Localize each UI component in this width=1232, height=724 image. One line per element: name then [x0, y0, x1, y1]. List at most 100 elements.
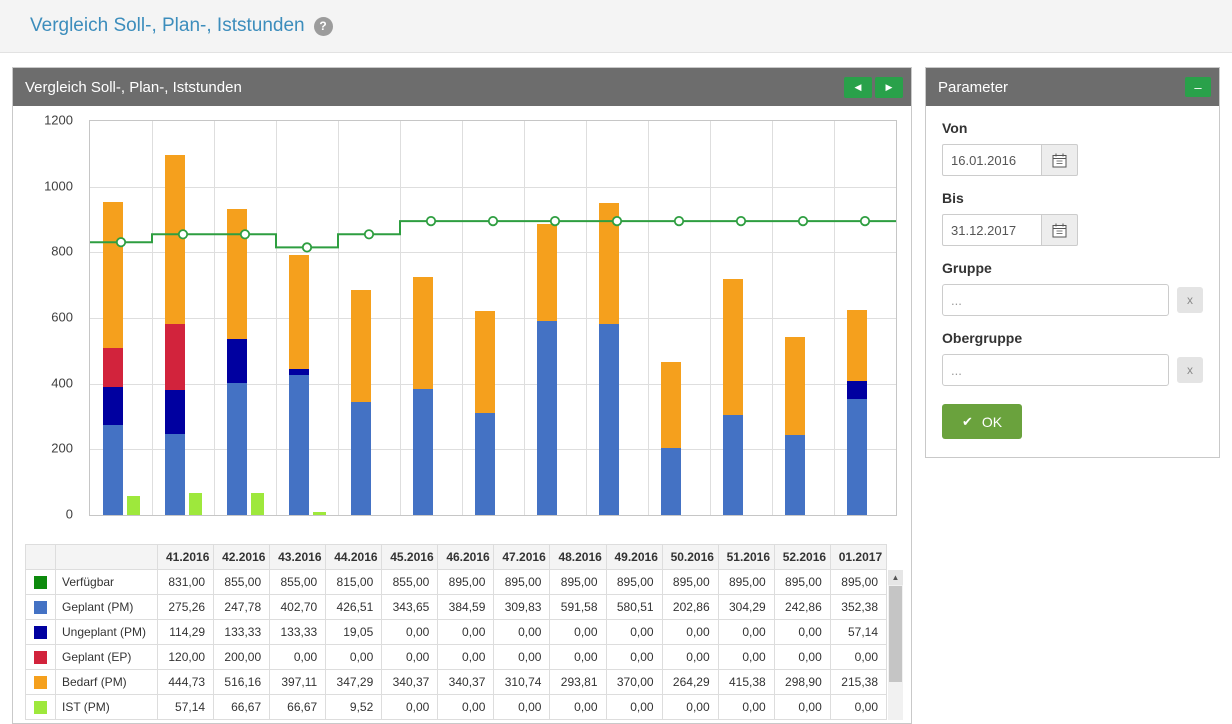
column-header: 49.2016: [605, 544, 663, 570]
table-cell: 0,00: [381, 619, 439, 645]
legend-swatch: [34, 675, 47, 689]
table-row: Bedarf (PM) 444,73 516,16 397,11 347,29 340,3…: [25, 669, 888, 695]
gridline-vertical: [586, 121, 587, 515]
gridline-vertical: [772, 121, 773, 515]
table-row: Verfügbar 831,00 855,00 855,00 815,00 855,00 8…: [25, 569, 888, 595]
table-cell: 895,00: [661, 569, 719, 595]
table-cell: 340,37: [437, 669, 495, 695]
table-cell: 340,37: [381, 669, 439, 695]
scrollbar-thumb[interactable]: [889, 586, 902, 682]
help-icon[interactable]: ?: [313, 16, 333, 36]
table-cell: 0,00: [325, 644, 383, 670]
bar-segment: [722, 278, 743, 416]
table-cell: 298,90: [773, 669, 831, 695]
bar-segment: [474, 413, 495, 515]
table-cell: 309,83: [493, 594, 551, 620]
table-cell: 0,00: [493, 694, 551, 720]
obergruppe-input[interactable]: [942, 354, 1169, 386]
prev-arrow-button[interactable]: ◀: [844, 76, 872, 98]
bis-calendar-button[interactable]: [1042, 214, 1078, 246]
bar-segment: [226, 339, 247, 383]
table-cell: 133,33: [213, 619, 271, 645]
table-cell: 855,00: [381, 569, 439, 595]
table-cell: 0,00: [717, 694, 775, 720]
table-cell: 66,67: [269, 694, 327, 720]
bis-date-input[interactable]: [942, 214, 1042, 246]
table-cell: 114,29: [156, 619, 215, 645]
row-label: IST (PM): [55, 694, 158, 720]
y-axis-label: 1000: [44, 178, 73, 194]
column-header: 44.2016: [325, 544, 383, 570]
check-icon: ✔: [962, 413, 973, 429]
collapse-minus-button[interactable]: –: [1185, 77, 1211, 97]
table-cell: 66,67: [213, 694, 271, 720]
column-header: 50.2016: [661, 544, 719, 570]
scroll-up-icon[interactable]: ▲: [888, 570, 903, 585]
table-cell: 402,70: [269, 594, 327, 620]
next-arrow-button[interactable]: ▶: [875, 76, 903, 98]
table-row: Geplant (PM) 275,26 247,78 402,70 426,51 343,…: [25, 594, 888, 620]
table-cell: 0,00: [437, 619, 495, 645]
table-cell: 0,00: [493, 644, 551, 670]
y-axis-label: 200: [51, 440, 73, 456]
table-cell: 264,29: [661, 669, 719, 695]
legend-swatch: [34, 650, 47, 664]
bar-segment: [164, 154, 185, 325]
legend-swatch-cell: [25, 594, 56, 620]
bar-segment: [102, 201, 123, 348]
table-cell: 0,00: [661, 619, 719, 645]
bar-segment: [164, 324, 185, 390]
chart-panel-header: Vergleich Soll-, Plan-, Iststunden ◀ ▶: [13, 68, 911, 106]
legend-swatch: [34, 575, 47, 589]
table-cell: 0,00: [493, 619, 551, 645]
gridline-horizontal: [90, 186, 896, 188]
column-header: 47.2016: [493, 544, 551, 570]
table-scrollbar[interactable]: ▲: [888, 570, 903, 720]
ist-bar: [312, 511, 326, 515]
von-date-input[interactable]: [942, 144, 1042, 176]
table-cell: 310,74: [493, 669, 551, 695]
table-cell: 247,78: [213, 594, 271, 620]
table-cell: 0,00: [717, 644, 775, 670]
plot-area: [89, 120, 897, 516]
column-header: 43.2016: [269, 544, 327, 570]
parameter-panel: Parameter – Von Bis: [925, 67, 1220, 458]
bar-segment: [474, 311, 495, 414]
table-cell: 426,51: [325, 594, 383, 620]
bar-segment: [412, 276, 433, 389]
table-cell: 444,73: [156, 669, 215, 695]
von-calendar-button[interactable]: [1042, 144, 1078, 176]
table-cell: 0,00: [549, 619, 607, 645]
obergruppe-clear-button[interactable]: x: [1177, 357, 1203, 383]
bar-segment: [350, 290, 371, 403]
parameter-title: Parameter: [938, 78, 1009, 96]
table-cell: 0,00: [437, 694, 495, 720]
bar-segment: [846, 309, 867, 381]
gridline-vertical: [400, 121, 401, 515]
gruppe-clear-button[interactable]: x: [1177, 287, 1203, 313]
gridline-vertical: [338, 121, 339, 515]
column-header: 48.2016: [549, 544, 607, 570]
row-label: Bedarf (PM): [55, 669, 158, 695]
table-cell: 397,11: [269, 669, 327, 695]
y-axis-label: 600: [51, 309, 73, 325]
obergruppe-label: Obergruppe: [942, 330, 1023, 346]
gruppe-input[interactable]: [942, 284, 1169, 316]
chart: 0 200 400 600 800 1000 1200: [13, 106, 911, 540]
line-marker: [487, 216, 499, 227]
column-header: 42.2016: [213, 544, 271, 570]
line-marker: [673, 216, 685, 227]
table-cell: 0,00: [549, 694, 607, 720]
von-input-group: [942, 144, 1203, 176]
y-axis-label: 0: [65, 506, 73, 522]
table-cell: 895,00: [493, 569, 551, 595]
gridline-vertical: [276, 121, 277, 515]
ok-button[interactable]: ✔ OK: [942, 404, 1023, 439]
bar-segment: [536, 320, 557, 515]
table-corner-label: [55, 544, 158, 570]
legend-swatch-cell: [25, 694, 56, 720]
table-cell: 855,00: [269, 569, 327, 595]
topbar: Vergleich Soll-, Plan-, Iststunden ?: [0, 0, 1232, 53]
gridline-vertical: [834, 121, 835, 515]
table-cell: 0,00: [605, 694, 663, 720]
